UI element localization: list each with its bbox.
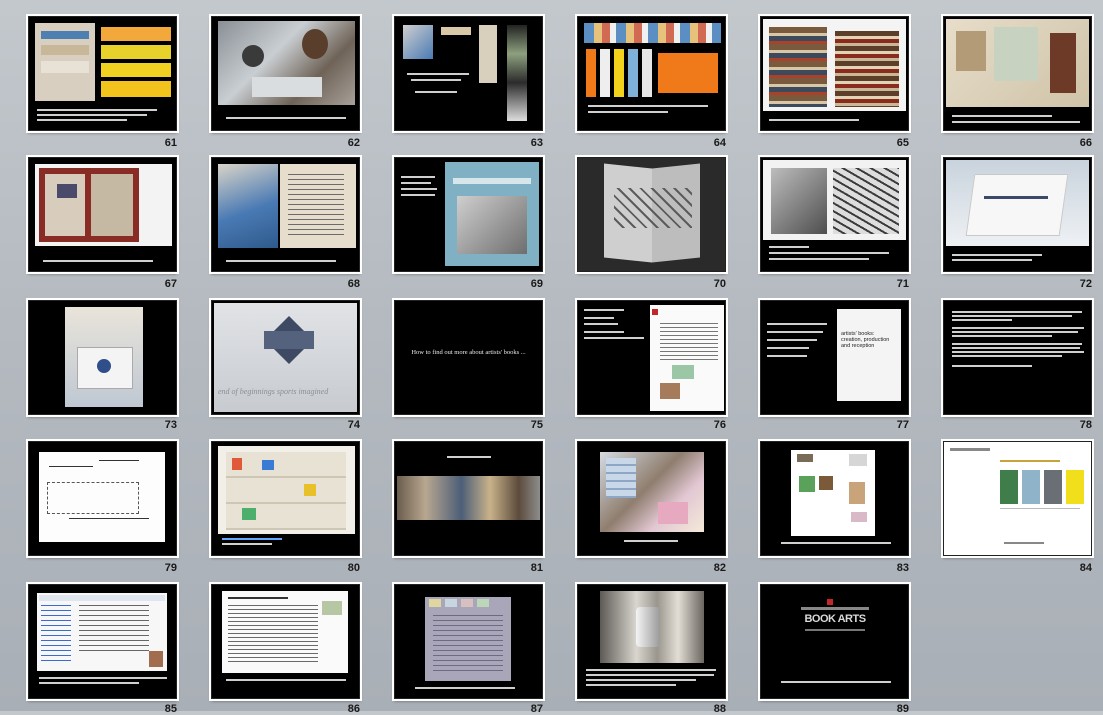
- slide-number: 89: [896, 703, 909, 715]
- slide-63[interactable]: [394, 16, 543, 131]
- slide-66[interactable]: [943, 16, 1092, 131]
- slide-68[interactable]: [211, 157, 360, 272]
- slide-61[interactable]: [28, 16, 177, 131]
- slide-number: 65: [896, 137, 909, 149]
- slide-number: 87: [530, 703, 543, 715]
- slide-number: 85: [164, 703, 177, 715]
- slide-number: 80: [347, 562, 360, 574]
- slide-number: 68: [347, 278, 360, 290]
- slide-number: 75: [530, 419, 543, 431]
- slide-74[interactable]: end of beginnings sports imagined: [211, 300, 360, 415]
- slide-number: 88: [713, 703, 726, 715]
- slide-71[interactable]: [760, 157, 909, 272]
- slide-number: 72: [1079, 278, 1092, 290]
- slide-number: 63: [530, 137, 543, 149]
- slide-number: 86: [347, 703, 360, 715]
- slide-88[interactable]: [577, 584, 726, 699]
- slide-78[interactable]: [943, 300, 1092, 415]
- slide-67[interactable]: [28, 157, 177, 272]
- slide-89[interactable]: BOOK ARTS: [760, 584, 909, 699]
- slide-85[interactable]: [28, 584, 177, 699]
- photo: [584, 23, 721, 43]
- slide-70[interactable]: [577, 157, 726, 272]
- document-title: artists' books: creation, production and…: [841, 331, 890, 349]
- slide-number: 81: [530, 562, 543, 574]
- slide-62[interactable]: [211, 16, 360, 131]
- slide-number: 64: [713, 137, 726, 149]
- slide-number: 70: [713, 278, 726, 290]
- slide-81[interactable]: [394, 441, 543, 556]
- slide-84[interactable]: [943, 441, 1092, 556]
- slide-number: 83: [896, 562, 909, 574]
- slide-title: How to find out more about artists' book…: [411, 349, 526, 356]
- slide-number: 84: [1079, 562, 1092, 574]
- book-photo: [771, 168, 827, 234]
- slide-number: 69: [530, 278, 543, 290]
- slide-79[interactable]: [28, 441, 177, 556]
- box-photo: [965, 174, 1069, 236]
- slide-number: 73: [164, 419, 177, 431]
- slide-65[interactable]: [760, 16, 909, 131]
- slide-72[interactable]: [943, 157, 1092, 272]
- slide-64[interactable]: [577, 16, 726, 131]
- slide-number: 77: [896, 419, 909, 431]
- document-cover: [837, 309, 901, 401]
- overlay-text: end of beginnings sports imagined: [218, 387, 329, 396]
- panorama-photo: [397, 476, 540, 520]
- slide-number: 74: [347, 419, 360, 431]
- slide-number: 67: [164, 278, 177, 290]
- slide-80[interactable]: [211, 441, 360, 556]
- slide-number: 66: [1079, 137, 1092, 149]
- slide-73[interactable]: [28, 300, 177, 415]
- slide-number: 61: [164, 137, 177, 149]
- slide-86[interactable]: [211, 584, 360, 699]
- slide-75[interactable]: How to find out more about artists' book…: [394, 300, 543, 415]
- book-arts-logo: BOOK ARTS: [804, 613, 866, 625]
- slide-number: 78: [1079, 419, 1092, 431]
- slide-87[interactable]: [394, 584, 543, 699]
- photo: [218, 164, 278, 248]
- slide-82[interactable]: [577, 441, 726, 556]
- slide-number: 76: [713, 419, 726, 431]
- caution-sign: [101, 45, 171, 59]
- slide-number: 62: [347, 137, 360, 149]
- slide-77[interactable]: artists' books: creation, production and…: [760, 300, 909, 415]
- photo: [403, 25, 433, 59]
- slide-83[interactable]: [760, 441, 909, 556]
- slide-sorter: 61 62 63 64 65 66 67 68 69 70 71 72 73 e…: [0, 0, 1103, 715]
- book-stack: [769, 27, 827, 107]
- slide-number: 79: [164, 562, 177, 574]
- slide-number: 82: [713, 562, 726, 574]
- slide-number: 71: [896, 278, 909, 290]
- slide-69[interactable]: [394, 157, 543, 272]
- book-cover-green: [1000, 470, 1018, 504]
- slide-76[interactable]: [577, 300, 726, 415]
